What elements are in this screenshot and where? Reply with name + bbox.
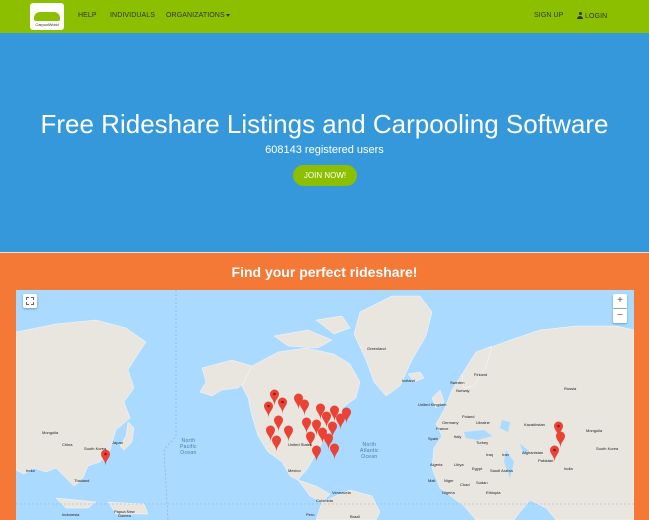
find-section-title: Find your perfect rideshare!: [231, 264, 418, 280]
nav-login-label: LOGIN: [585, 13, 608, 20]
label-spain: Spain: [428, 436, 439, 441]
label-libya: Libya: [454, 462, 464, 467]
nav-individuals-link[interactable]: INDIVIDUALS: [110, 12, 155, 19]
label-ukraine: Ukraine: [476, 420, 490, 425]
logo-text: CarpoolWorld: [35, 22, 59, 27]
map-marker-dot: [273, 392, 276, 396]
nav-organizations-dropdown[interactable]: ORGANIZATIONS: [166, 12, 230, 19]
label-chad: Chad: [460, 482, 470, 487]
label-germany: Germany: [442, 420, 459, 425]
label-mali: Mali: [428, 478, 436, 483]
label-united-states: United States: [288, 442, 313, 447]
nav-signup-link[interactable]: SIGN UP: [534, 12, 563, 19]
label-norway: Norway: [456, 388, 470, 393]
nav-help-link[interactable]: HELP: [78, 12, 97, 19]
label-kazakhstan: Kazakhstan: [524, 422, 545, 427]
north-atlantic-label: North Atlantic Ocean: [360, 442, 379, 460]
label-south-korea: South Korea: [596, 446, 619, 451]
label-niger: Niger: [444, 478, 454, 483]
label-venezuela: Venezuela: [332, 490, 351, 495]
label-turkey: Turkey: [476, 440, 489, 445]
zoom-out-button[interactable]: −: [613, 309, 627, 323]
map-marker-dot: [281, 400, 284, 404]
label-pakistan: Pakistan: [538, 458, 554, 463]
label-indonesia: Indonesia: [62, 512, 80, 517]
label-papua-new-guinea: Papua New Guinea: [114, 509, 135, 518]
map-marker[interactable]: [101, 449, 110, 467]
fullscreen-icon: [26, 297, 34, 305]
label-afghanistan: Afghanistan: [522, 450, 544, 455]
caret-down-icon: [225, 13, 230, 17]
map-marker[interactable]: [330, 443, 339, 461]
hero-title: Free Rideshare Listings and Carpooling S…: [40, 109, 609, 139]
zoom-in-button[interactable]: +: [613, 294, 627, 308]
label-russia: Russia: [564, 386, 577, 391]
label-nigeria: Nigeria: [442, 490, 455, 495]
label-france: France: [436, 426, 449, 431]
label-brazil: Brazil: [350, 514, 361, 519]
map-marker[interactable]: [312, 445, 321, 463]
user-icon: [577, 12, 583, 19]
navbar: CarpoolWorld HELP INDIVIDUALS ORGANIZATI…: [0, 0, 649, 33]
label-japan: Japan: [112, 440, 123, 445]
map-marker-dot: [104, 452, 107, 456]
label-sudan: Sudan: [476, 480, 488, 485]
registered-users-count: 608143 registered users: [265, 144, 384, 156]
label-mongolia-west: Mongolia: [42, 430, 59, 435]
label-algeria: Algeria: [430, 462, 443, 467]
north-pacific-label: North Pacific Ocean: [180, 438, 197, 456]
label-india: India: [564, 466, 573, 471]
label-iraq: Iraq: [486, 452, 493, 457]
label-ethiopia: Ethiopia: [486, 490, 501, 495]
rideshare-map[interactable]: North Pacific Ocean North Atlantic Ocean…: [16, 290, 634, 520]
label-south-korea-west: South Korea: [84, 446, 107, 451]
label-italy: Italy: [454, 434, 462, 439]
carpoolworld-logo[interactable]: CarpoolWorld: [30, 3, 64, 30]
label-poland: Poland: [462, 414, 475, 419]
world-map-svg: [16, 290, 634, 520]
label-finland: Finland: [474, 372, 488, 377]
car-icon: [34, 12, 60, 21]
map-marker-dot: [557, 424, 560, 428]
date-line: [163, 290, 177, 520]
label-peru: Peru: [306, 512, 315, 517]
join-now-button[interactable]: JOIN NOW!: [293, 165, 357, 186]
map-marker-dot: [267, 404, 270, 408]
label-iceland: Iceland: [402, 378, 415, 383]
label-sweden: Sweden: [450, 380, 465, 385]
label-india-west: India: [26, 468, 35, 473]
label-mongolia: Mongolia: [586, 428, 603, 433]
label-mexico: Mexico: [288, 468, 301, 473]
label-united-kingdom: United Kingdom: [418, 402, 447, 407]
label-greenland: Greenland: [367, 346, 386, 351]
label-china: China: [62, 442, 73, 447]
label-thailand: Thailand: [74, 478, 90, 483]
hero-section: Free Rideshare Listings and Carpooling S…: [0, 33, 649, 252]
label-iran: Iran: [502, 452, 509, 457]
label-egypt: Egypt: [472, 466, 483, 471]
fullscreen-button[interactable]: [23, 294, 37, 308]
label-saudi-arabia: Saudi Arabia: [490, 468, 513, 473]
nav-organizations-label: ORGANIZATIONS: [166, 12, 225, 19]
nav-login-link[interactable]: LOGIN: [577, 12, 607, 20]
label-colombia: Colombia: [316, 498, 333, 503]
map-marker-dot: [553, 448, 556, 452]
